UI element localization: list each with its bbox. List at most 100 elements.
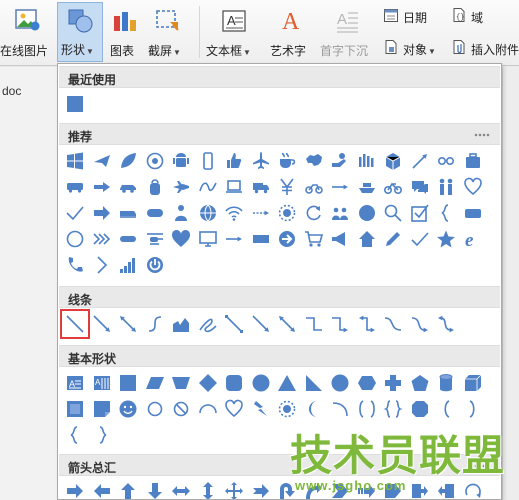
arc-shape-button[interactable] bbox=[195, 396, 221, 422]
connector2-shape-button[interactable] bbox=[327, 311, 353, 337]
field-button[interactable]: {} 域 bbox=[449, 6, 489, 26]
screenshot-button[interactable]: 截屏▼ bbox=[146, 2, 190, 62]
person-shape-button[interactable] bbox=[168, 200, 194, 226]
brace-pair-shape-button[interactable] bbox=[380, 396, 406, 422]
bevel-shape-button[interactable] bbox=[62, 396, 88, 422]
hexagon-shape-button[interactable] bbox=[354, 370, 380, 396]
insert-attachment-button[interactable]: 插入附件 bbox=[449, 38, 519, 58]
people-shape-button[interactable] bbox=[433, 174, 459, 200]
arrow-bold-shape-button[interactable] bbox=[89, 200, 115, 226]
rounded-shape-button[interactable] bbox=[221, 370, 247, 396]
trapezoid-shape-button[interactable] bbox=[168, 370, 194, 396]
arc2-shape-button[interactable] bbox=[327, 396, 353, 422]
online-image-button[interactable]: 在线图片 bbox=[0, 2, 55, 62]
object-button[interactable]: 对象▼ bbox=[381, 38, 445, 58]
rect-shape-button[interactable] bbox=[115, 370, 141, 396]
line-shape-button[interactable] bbox=[60, 309, 90, 339]
bag-shape-button[interactable] bbox=[142, 174, 168, 200]
parallelogram-shape-button[interactable] bbox=[142, 370, 168, 396]
textbox-button[interactable]: A 文本框▼ bbox=[205, 2, 263, 62]
arrow-circle-shape-button[interactable] bbox=[274, 226, 300, 252]
triangle-shape-button[interactable] bbox=[274, 370, 300, 396]
bus-shape-button[interactable] bbox=[62, 174, 88, 200]
can-shape-button[interactable] bbox=[433, 370, 459, 396]
down-arrow-shape-button[interactable] bbox=[142, 478, 168, 499]
bicycle-shape-button[interactable] bbox=[380, 174, 406, 200]
connector3-shape-button[interactable] bbox=[354, 311, 380, 337]
vote-shape-button[interactable] bbox=[354, 148, 380, 174]
smiley-shape-button[interactable] bbox=[115, 396, 141, 422]
megaphone-shape-button[interactable] bbox=[327, 226, 353, 252]
laptop-shape-button[interactable] bbox=[221, 174, 247, 200]
rtriangle-shape-button[interactable] bbox=[301, 370, 327, 396]
cart-shape-button[interactable] bbox=[301, 226, 327, 252]
heart-shape-button[interactable] bbox=[460, 174, 486, 200]
circle-shape-button[interactable] bbox=[354, 200, 380, 226]
checkbox-shape-button[interactable] bbox=[407, 200, 433, 226]
android-shape-button[interactable] bbox=[168, 148, 194, 174]
globe-shape-button[interactable] bbox=[195, 200, 221, 226]
yen-shape-button[interactable] bbox=[274, 174, 300, 200]
sun-shape-button[interactable] bbox=[274, 396, 300, 422]
sun-shape-button[interactable] bbox=[274, 200, 300, 226]
left-brace-shape-button[interactable] bbox=[62, 422, 88, 448]
at-shape-button[interactable] bbox=[142, 148, 168, 174]
china-map-shape-button[interactable] bbox=[301, 148, 327, 174]
pill-long-shape-button[interactable] bbox=[115, 226, 141, 252]
moon-shape-button[interactable] bbox=[301, 396, 327, 422]
no-shape-button[interactable] bbox=[168, 396, 194, 422]
phone-handset-shape-button[interactable] bbox=[62, 252, 88, 278]
up-down-shape-button[interactable] bbox=[195, 478, 221, 499]
pencil-shape-button[interactable] bbox=[380, 226, 406, 252]
connector1-shape-button[interactable] bbox=[301, 311, 327, 337]
arrow-right-thin-shape-button[interactable] bbox=[327, 174, 353, 200]
oval-shape-button[interactable] bbox=[248, 370, 274, 396]
connector6-shape-button[interactable] bbox=[433, 311, 459, 337]
rounded-rect-shape-button[interactable] bbox=[460, 200, 486, 226]
drop-cap-button[interactable]: A 首字下沉 bbox=[318, 2, 376, 62]
cycle-shape-button[interactable] bbox=[433, 148, 459, 174]
rect-shape-button[interactable] bbox=[62, 91, 88, 117]
shape-button[interactable]: 形状▼ bbox=[57, 2, 103, 62]
thumbs-up-shape-button[interactable] bbox=[221, 148, 247, 174]
suitcase-shape-button[interactable] bbox=[460, 148, 486, 174]
wordart-button[interactable]: A 艺术字 bbox=[268, 2, 314, 62]
left-arrow-shape-button[interactable] bbox=[89, 478, 115, 499]
check-shape-button[interactable] bbox=[62, 200, 88, 226]
heart-shape-button[interactable] bbox=[221, 396, 247, 422]
left-right-shape-button[interactable] bbox=[168, 478, 194, 499]
power-shape-button[interactable] bbox=[142, 252, 168, 278]
ie-shape-button[interactable]: e bbox=[460, 226, 486, 252]
elbow-shape-button[interactable] bbox=[221, 311, 247, 337]
train-shape-button[interactable] bbox=[115, 200, 141, 226]
elbow-arrow-shape-button[interactable] bbox=[248, 311, 274, 337]
quad-shape-button[interactable] bbox=[221, 478, 247, 499]
cube-shape-button[interactable] bbox=[460, 370, 486, 396]
up-arrow-shape-button[interactable] bbox=[115, 478, 141, 499]
notch-shape-button[interactable] bbox=[248, 478, 274, 499]
helicopter-shape-button[interactable] bbox=[142, 226, 168, 252]
monitor-shape-button[interactable] bbox=[195, 226, 221, 252]
box-shape-button[interactable] bbox=[380, 148, 406, 174]
elbow-double-shape-button[interactable] bbox=[274, 311, 300, 337]
freeform-shape-button[interactable] bbox=[168, 311, 194, 337]
windows-shape-button[interactable] bbox=[62, 148, 88, 174]
motorbike-shape-button[interactable] bbox=[301, 174, 327, 200]
truck-shape-button[interactable] bbox=[248, 174, 274, 200]
car-shape-button[interactable] bbox=[115, 174, 141, 200]
heart-solid-shape-button[interactable] bbox=[168, 226, 194, 252]
arrow-plain-shape-button[interactable] bbox=[221, 226, 247, 252]
bar-shape-button[interactable] bbox=[248, 226, 274, 252]
wifi-shape-button[interactable] bbox=[221, 200, 247, 226]
refresh-shape-button[interactable] bbox=[301, 200, 327, 226]
right-bracket-shape-button[interactable] bbox=[460, 396, 486, 422]
double-arrow-line-shape-button[interactable] bbox=[115, 311, 141, 337]
star-shape-button[interactable] bbox=[433, 226, 459, 252]
pill-shape-button[interactable] bbox=[142, 200, 168, 226]
coffee-shape-button[interactable] bbox=[274, 148, 300, 174]
lightbulb-hand-shape-button[interactable] bbox=[327, 148, 353, 174]
plane-shape-button[interactable] bbox=[89, 148, 115, 174]
bracket-pair-shape-button[interactable] bbox=[354, 396, 380, 422]
vtextbox-shape-button[interactable]: A bbox=[89, 370, 115, 396]
octagon2-shape-button[interactable] bbox=[407, 396, 433, 422]
